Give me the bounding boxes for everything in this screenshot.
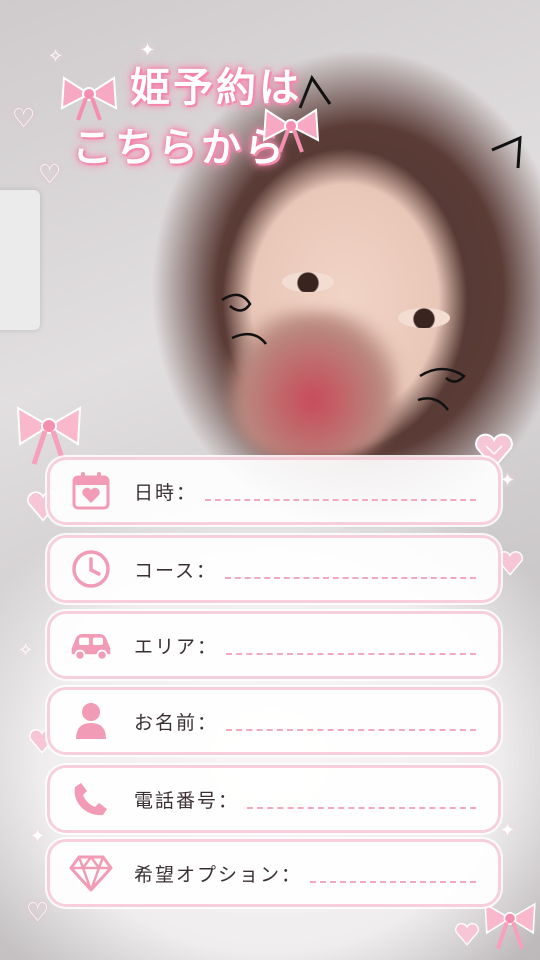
sparkle-icon: ✦ — [500, 470, 516, 491]
jewel-heart-icon — [455, 923, 479, 946]
name-input-line[interactable] — [226, 729, 476, 731]
sparkle-icon: ✧ — [48, 46, 64, 67]
area-label: エリア： — [134, 635, 219, 658]
form-row-options[interactable]: 希望オプション： — [50, 842, 498, 904]
clock-icon — [68, 546, 114, 592]
person-icon — [68, 698, 114, 744]
pink-ribbon-icon — [262, 108, 320, 153]
form-row-datetime[interactable]: 日時： — [50, 460, 498, 522]
phone-label: 電話番号： — [134, 789, 240, 812]
name-label: お名前： — [134, 711, 219, 734]
datetime-label: 日時： — [134, 481, 198, 504]
phone-input-line[interactable] — [247, 807, 476, 809]
form-row-area[interactable]: エリア： — [50, 614, 498, 676]
area-input-line[interactable] — [226, 653, 476, 655]
diamond-icon — [68, 850, 114, 896]
heart-outline-icon: ♡ — [12, 104, 36, 134]
course-label: コース： — [134, 559, 218, 582]
large-ribbon-icon — [484, 902, 536, 950]
calendar-heart-icon — [68, 468, 114, 514]
sparkle-icon: ✧ — [18, 640, 34, 661]
pink-ribbon-icon — [60, 76, 118, 121]
course-input-line[interactable] — [225, 577, 476, 579]
options-label: 希望オプション： — [134, 863, 303, 886]
phone-icon — [68, 776, 114, 822]
large-ribbon-icon — [16, 406, 82, 465]
form-row-course[interactable]: コース： — [50, 538, 498, 600]
form-row-name[interactable]: お名前： — [50, 690, 498, 752]
jewel-heart-icon — [497, 551, 523, 576]
heart-outline-icon: ♡ — [26, 898, 50, 928]
datetime-input-line[interactable] — [205, 499, 476, 501]
sparkle-icon: ✦ — [500, 820, 516, 841]
car-icon — [68, 622, 114, 668]
heart-outline-icon: ♡ — [38, 160, 62, 190]
options-input-line[interactable] — [310, 881, 476, 883]
sparkle-icon: ✦ — [30, 826, 46, 847]
form-row-phone[interactable]: 電話番号： — [50, 768, 498, 830]
sparkle-icon: ✦ — [140, 40, 156, 61]
